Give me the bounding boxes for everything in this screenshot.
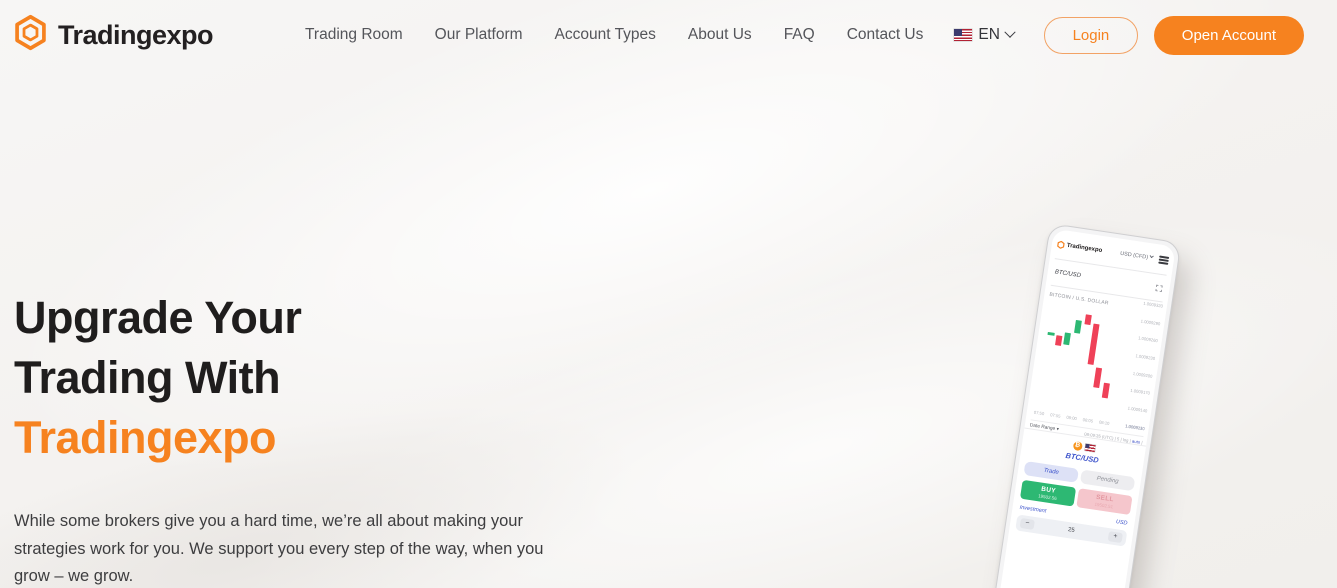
tab-trade[interactable]: Trade <box>1023 461 1078 483</box>
hero-title-line1: Upgrade Your <box>14 288 574 348</box>
y-tick: 1.0009200 <box>1133 372 1153 379</box>
bitcoin-icon: ₿ <box>1072 441 1082 451</box>
y-tick: 1.0009320 <box>1143 302 1163 309</box>
nav-trading-room[interactable]: Trading Room <box>305 26 403 44</box>
chevron-down-icon <box>1004 27 1015 38</box>
nav-about-us[interactable]: About Us <box>688 26 752 44</box>
y-tick: 1.0009260 <box>1138 337 1158 344</box>
candle-down <box>1087 324 1099 365</box>
investment-label: Investment <box>1019 505 1046 515</box>
candle-up <box>1063 332 1071 345</box>
x-tick: 08:05 <box>1082 417 1093 423</box>
us-flag-icon <box>954 29 972 41</box>
x-tick: 07:55 <box>1050 412 1061 418</box>
candle-down <box>1093 367 1102 388</box>
stepper-plus-button[interactable]: + <box>1108 531 1123 543</box>
us-flag-icon <box>1084 444 1095 452</box>
chevron-down-icon <box>1150 253 1154 257</box>
nav-account-types[interactable]: Account Types <box>555 26 656 44</box>
hero-section: Upgrade Your Trading With Tradingexpo Wh… <box>14 288 574 588</box>
login-button[interactable]: Login <box>1044 17 1138 54</box>
x-tick: 08:00 <box>1066 415 1077 421</box>
candle-down <box>1102 383 1110 399</box>
app-logo-hexagon-icon <box>1056 235 1067 254</box>
stepper-minus-button[interactable]: − <box>1020 518 1035 530</box>
app-logo: Tradingexpo <box>1056 235 1104 260</box>
nav-contact-us[interactable]: Contact Us <box>847 26 924 44</box>
hero-title-line2: Trading With <box>14 348 574 408</box>
language-code: EN <box>978 26 1000 44</box>
nav-our-platform[interactable]: Our Platform <box>435 26 523 44</box>
chart-y-axis: 1.0009320 1.0009290 1.0009260 1.0009230 1.00… <box>1125 302 1163 432</box>
investment-currency: USD <box>1115 519 1127 527</box>
y-tick: 1.0009230 <box>1135 354 1155 361</box>
x-tick: 08:10 <box>1099 419 1110 425</box>
y-tick: 1.0009170 <box>1130 389 1150 396</box>
app-logo-text: Tradingexpo <box>1066 243 1102 254</box>
currency-selector-value: USD (CFD) <box>1120 251 1149 261</box>
y-tick: 1.0009140 <box>1127 407 1147 414</box>
candle-down <box>1084 314 1092 325</box>
nav-faq[interactable]: FAQ <box>784 26 815 44</box>
candlestick-chart: BITCOIN / U.S. DOLLAR 1.00093201.0009290… <box>1029 288 1163 445</box>
phone-screen: Tradingexpo USD (CFD) BTC/USD BITCOIN / … <box>994 229 1176 588</box>
menu-icon[interactable] <box>1158 256 1169 265</box>
tab-pending[interactable]: Pending <box>1080 469 1135 491</box>
candle-up <box>1074 320 1082 334</box>
open-account-button[interactable]: Open Account <box>1154 16 1304 55</box>
site-header: Tradingexpo Trading Room Our Platform Ac… <box>0 0 1337 70</box>
logo-text: Tradingexpo <box>58 20 213 51</box>
symbol-search-value: BTC/USD <box>1054 269 1081 279</box>
currency-selector[interactable]: USD (CFD) <box>1120 251 1154 262</box>
language-selector[interactable]: EN <box>954 26 1014 44</box>
candle-down <box>1055 335 1063 346</box>
x-tick: 07:50 <box>1033 410 1044 416</box>
expand-icon[interactable] <box>1154 278 1164 297</box>
y-tick: 1.0009290 <box>1140 319 1160 326</box>
logo[interactable]: Tradingexpo <box>12 14 213 56</box>
logo-hexagon-icon <box>12 14 49 56</box>
buy-button[interactable]: BUY 19502.56 <box>1020 480 1076 507</box>
candle-up <box>1048 332 1055 336</box>
hero-title-brand: Tradingexpo <box>14 408 574 468</box>
hero-paragraph: While some brokers give you a hard time,… <box>14 508 549 588</box>
phone-mockup: Tradingexpo USD (CFD) BTC/USD BITCOIN / … <box>988 223 1182 588</box>
hero-title: Upgrade Your Trading With Tradingexpo <box>14 288 574 468</box>
main-nav: Trading Room Our Platform Account Types … <box>305 26 923 44</box>
chart-plot-area <box>1035 304 1131 415</box>
sell-button[interactable]: SELL 19502.51 <box>1076 488 1132 515</box>
stepper-value: 25 <box>1034 522 1109 539</box>
